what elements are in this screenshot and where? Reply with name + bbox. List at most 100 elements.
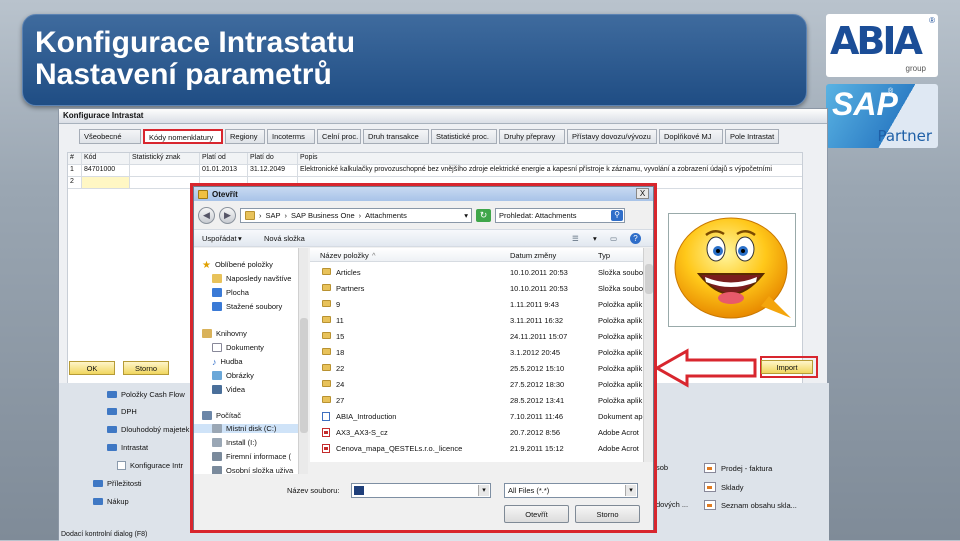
preview-pane-icon[interactable]: ▭ bbox=[610, 234, 617, 243]
folder-app-icon bbox=[322, 348, 331, 355]
chevron-down-icon[interactable]: ▾ bbox=[464, 211, 468, 220]
ok-button[interactable]: OK bbox=[69, 361, 115, 375]
grid-cell-active[interactable] bbox=[82, 177, 130, 188]
organize-button[interactable]: Uspořádat bbox=[202, 234, 237, 243]
list-item[interactable]: AX3_AX3-S_cz 20.7.2012 8:56 Adobe Acrot bbox=[310, 424, 643, 440]
grid-cell: 2 bbox=[68, 177, 82, 188]
list-item[interactable]: ABIA_Introduction 7.10.2011 11:46 Dokument… bbox=[310, 408, 643, 424]
file-list-header: Název položky ^ Datum změny Typ bbox=[310, 248, 643, 262]
nav-item-favorites[interactable]: ★ Oblíbené položky bbox=[202, 260, 273, 271]
back-button[interactable]: ◀ bbox=[198, 206, 215, 224]
tab-druh-transakce[interactable]: Druh transakce bbox=[363, 129, 429, 144]
file-list-scrollbar[interactable] bbox=[643, 248, 653, 462]
nav-item-downloads[interactable]: Stažené soubory bbox=[212, 302, 282, 311]
search-input[interactable]: Prohledat: Attachments ⚲ bbox=[495, 207, 625, 223]
nav-item-label: Install (I:) bbox=[226, 438, 257, 447]
nav-item-videos[interactable]: Videa bbox=[212, 385, 245, 394]
file-date: 28.5.2012 13:41 bbox=[510, 396, 565, 405]
status-text: Dodací kontrolní dialog (F8) bbox=[61, 531, 148, 538]
nav-scrollbar[interactable] bbox=[298, 248, 308, 474]
column-type[interactable]: Typ bbox=[598, 251, 610, 260]
nav-scrollbar-thumb[interactable] bbox=[300, 318, 308, 433]
breadcrumb[interactable]: Attachments bbox=[365, 211, 407, 220]
nav-item-label: Oblíbené položky bbox=[214, 260, 273, 269]
partial-item[interactable]: sob bbox=[656, 463, 668, 472]
search-icon[interactable]: ⚲ bbox=[611, 209, 623, 221]
tab-celni-proc[interactable]: Celní proc. bbox=[317, 129, 361, 144]
forward-button[interactable]: ▶ bbox=[219, 206, 236, 224]
tree-item[interactable]: Příležitosti bbox=[93, 479, 142, 488]
file-list-scrollbar-thumb[interactable] bbox=[645, 264, 653, 294]
column-date[interactable]: Datum změny bbox=[510, 251, 556, 260]
nav-item-computer[interactable]: Počítač bbox=[202, 411, 241, 420]
nav-item-company-info[interactable]: Firemní informace ( bbox=[212, 452, 291, 461]
list-item[interactable]: 27 28.5.2012 13:41 Položka aplik bbox=[310, 392, 643, 408]
nav-item-install[interactable]: Install (I:) bbox=[212, 438, 257, 447]
list-item[interactable]: 24 27.5.2012 18:30 Položka aplik bbox=[310, 376, 643, 392]
tab-pole-intrastat[interactable]: Pole Intrastat bbox=[725, 129, 779, 144]
tree-item[interactable]: Nákup bbox=[93, 497, 129, 506]
close-icon[interactable]: X bbox=[636, 188, 649, 199]
list-item[interactable]: 9 1.11.2011 9:43 Položka aplik bbox=[310, 296, 643, 312]
tab-statisticke-proc[interactable]: Statistické proc. bbox=[431, 129, 497, 144]
view-icon[interactable]: ☰ bbox=[572, 234, 579, 243]
organize-dropdown-icon[interactable]: ▾ bbox=[238, 234, 242, 243]
breadcrumb[interactable]: SAP bbox=[266, 211, 281, 220]
tab-druhy-prepravy[interactable]: Druhy přepravy bbox=[499, 129, 565, 144]
list-item[interactable]: Articles 10.10.2011 20:53 Složka soubo bbox=[310, 264, 643, 280]
tree-item[interactable]: Položky Cash Flow bbox=[107, 390, 185, 399]
filename-input[interactable]: ▾ bbox=[351, 483, 491, 498]
nav-item-pictures[interactable]: Obrázky bbox=[212, 371, 254, 380]
column-name[interactable]: Název položky bbox=[320, 251, 369, 260]
grid-cell[interactable]: Elektronické kalkulačky provozuschopné b… bbox=[298, 165, 802, 176]
tab-doplnkove-mj[interactable]: Doplňkové MJ bbox=[659, 129, 723, 144]
nav-item-recent[interactable]: Naposledy navštíve bbox=[212, 274, 291, 283]
right-item[interactable]: Seznam obsahu skla... bbox=[704, 500, 797, 510]
right-item[interactable]: Sklady bbox=[704, 482, 744, 492]
grid-cell[interactable] bbox=[130, 165, 200, 176]
table-row[interactable]: 1 84701000 01.01.2013 31.12.2049 Elektro… bbox=[68, 165, 802, 177]
grid-cell[interactable]: 31.12.2049 bbox=[248, 165, 298, 176]
tree-item[interactable]: Intrastat bbox=[107, 443, 148, 452]
tab-regiony[interactable]: Regiony bbox=[225, 129, 265, 144]
nav-item-documents[interactable]: Dokumenty bbox=[212, 343, 264, 352]
grid-cell[interactable]: 01.01.2013 bbox=[200, 165, 248, 176]
chevron-down-icon[interactable]: ▾ bbox=[625, 485, 636, 496]
list-item[interactable]: Cenova_mapa_QESTELs.r.o._licence 21.9.201… bbox=[310, 440, 643, 456]
list-item[interactable]: 15 24.11.2011 15:07 Položka aplik bbox=[310, 328, 643, 344]
list-item[interactable]: 18 3.1.2012 20:45 Položka aplik bbox=[310, 344, 643, 360]
view-dropdown-icon[interactable]: ▾ bbox=[593, 234, 597, 243]
partial-item[interactable]: dových ... bbox=[656, 500, 688, 509]
nav-item-music[interactable]: ♪ Hudba bbox=[212, 357, 243, 367]
open-button[interactable]: Otevřít bbox=[504, 505, 569, 523]
tree-item-label: Příležitosti bbox=[107, 479, 142, 488]
tree-item[interactable]: Konfigurace Intr bbox=[117, 461, 183, 470]
breadcrumb[interactable]: SAP Business One bbox=[291, 211, 355, 220]
tab-vseobecne[interactable]: Všeobecné bbox=[79, 129, 141, 144]
nav-item-personal[interactable]: Osobní složka uživa bbox=[212, 466, 293, 474]
cancel-button[interactable]: Storno bbox=[123, 361, 169, 375]
right-item[interactable]: Prodej - faktura bbox=[704, 463, 772, 473]
import-button[interactable]: Import bbox=[761, 360, 813, 374]
sap-logo-sub: Partner bbox=[877, 127, 932, 145]
filetype-select[interactable]: All Files (*.*) ▾ bbox=[504, 483, 638, 498]
help-icon[interactable]: ? bbox=[630, 233, 641, 244]
list-item[interactable]: 22 25.5.2012 15:10 Položka aplik bbox=[310, 360, 643, 376]
new-folder-button[interactable]: Nová složka bbox=[264, 234, 305, 243]
tab-incoterms[interactable]: Incoterms bbox=[267, 129, 315, 144]
grid-cell[interactable]: 84701000 bbox=[82, 165, 130, 176]
tree-item[interactable]: Dlouhodobý majetek bbox=[107, 425, 189, 434]
dialog-cancel-button[interactable]: Storno bbox=[575, 505, 640, 523]
list-item[interactable]: 11 3.11.2011 16:32 Položka aplik bbox=[310, 312, 643, 328]
chevron-right-icon: › bbox=[284, 210, 288, 220]
nav-item-desktop[interactable]: Plocha bbox=[212, 288, 249, 297]
nav-item-libraries[interactable]: Knihovny bbox=[202, 329, 247, 338]
tab-kody-nomenklatury[interactable]: Kódy nomenklatury bbox=[143, 129, 223, 144]
tab-pristavy[interactable]: Přístavy dovozu/vývozu bbox=[567, 129, 657, 144]
refresh-icon[interactable]: ↻ bbox=[476, 208, 491, 222]
address-bar[interactable]: › SAP › SAP Business One › Attachments ▾ bbox=[240, 207, 472, 223]
chevron-down-icon[interactable]: ▾ bbox=[478, 485, 489, 496]
list-item[interactable]: Partners 10.10.2011 20:53 Složka soubo bbox=[310, 280, 643, 296]
nav-item-local-disk[interactable]: Místní disk (C:) bbox=[194, 424, 298, 433]
tree-item[interactable]: DPH bbox=[107, 407, 137, 416]
